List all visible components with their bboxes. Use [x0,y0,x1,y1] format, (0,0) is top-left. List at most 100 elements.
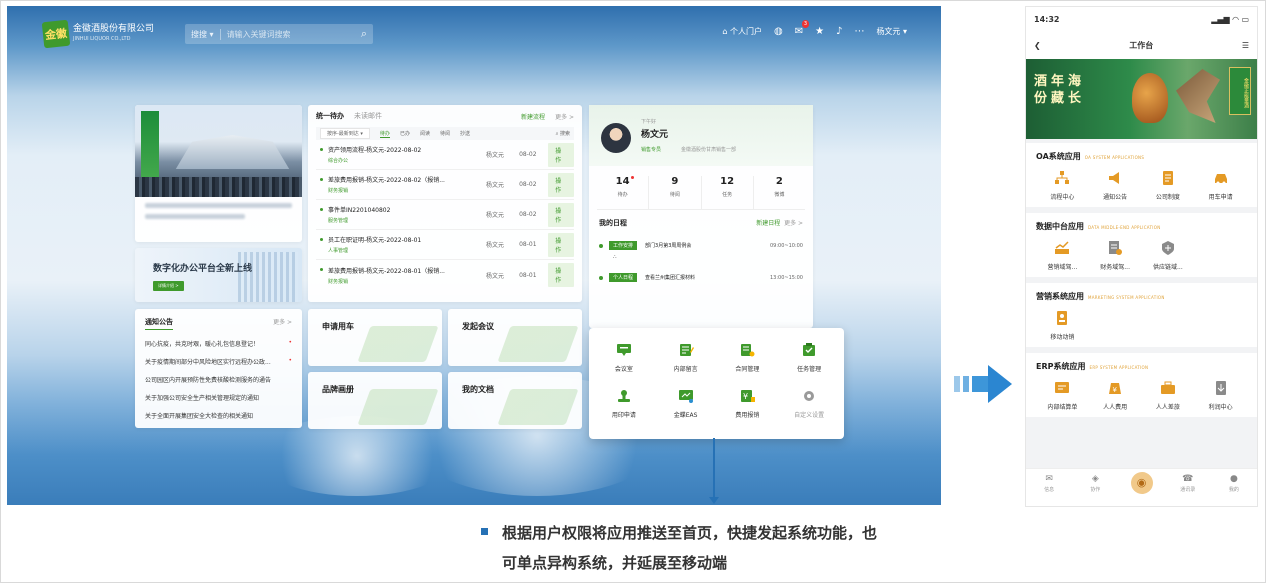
meeting-room-icon [615,342,633,358]
tab-contacts[interactable]: ☎ 通讯录 [1165,469,1211,506]
todo-action-button[interactable]: 操作 [548,263,574,287]
todo-row[interactable]: 员工在职证明-杨文元-2022-08-01 人事管理 杨文元 08-01 操作 [316,230,574,260]
todo-action-button[interactable]: 操作 [548,172,574,197]
bell-icon[interactable]: ♪ [836,26,842,37]
filter-toread[interactable]: 待阅 [440,130,450,137]
more-icon[interactable]: ⋯ [854,26,864,37]
notice-item[interactable]: 公司园区内开展预防性免费核酸检测服务的通告 [145,375,292,384]
todo-row[interactable]: 差旅费用报销-杨文元-2022-08-02（报销... 财务报销 杨文元 08-02 操… [316,170,574,200]
app-meeting-room[interactable]: 会议室 [593,338,655,384]
app-expense[interactable]: ¥ 费用报销 [717,384,779,430]
news-photo-card[interactable] [135,105,302,242]
mobile-app-profit[interactable]: 利润中心 [1194,380,1247,411]
search-scope-select[interactable]: 搜搜 ▾ [185,28,221,40]
app-task[interactable]: 任务管理 [778,338,840,384]
todo-action-button[interactable]: 操作 [548,142,574,167]
schedule-more-link[interactable]: 更多 > [784,220,803,227]
list-menu-icon[interactable]: ☰ [1242,41,1249,50]
search-input[interactable]: 请输入关键词搜索 [221,29,355,40]
mail-icon[interactable]: ✉ 3 [795,20,810,37]
mobile-app-announce[interactable]: 通知公告 [1089,170,1142,201]
notice-item[interactable]: 关于加强公司安全生产相关管理规定的通知 [145,393,292,402]
mail-badge: 3 [801,20,810,28]
tab-unread-mail[interactable]: 未读邮件 [354,111,382,121]
todo-category: 综合办公 [328,158,349,164]
mobile-app-car[interactable]: 用车申请 [1194,170,1247,201]
todo-search[interactable]: ⌕ 搜索 [556,130,570,137]
mobile-screen: 14:32 ▂▄▆ ◠ ▭ ❮ 工作台 ☰ 酒年海份藏长 金徽正能量酒 OA系统… [1025,6,1258,507]
header-toolbar: ⌂ 个人门户 ◍ ✉ 3 ★ ♪ ⋯ 杨文元 ▾ [722,20,907,37]
globe-icon[interactable]: ◍ [774,26,783,37]
stat-toread[interactable]: 9 待阅 [649,176,702,209]
new-schedule-link[interactable]: 新建日程 [756,220,780,227]
tab-profile[interactable]: ● 我的 [1211,469,1257,506]
schedule-event[interactable]: 个人日程 查看兰州集团汇报材料 13:00~15:00 [599,273,803,282]
app-kingdee[interactable]: 金蝶EAS [655,384,717,430]
todo-row[interactable]: 差旅费用报销-杨文元-2022-08-01（报销... 财务报销 杨文元 08-01 操… [316,260,574,290]
status-time: 14:32 [1034,14,1060,24]
todo-action-button[interactable]: 操作 [548,232,574,257]
notice-more-link[interactable]: 更多 > [273,317,292,330]
attendee-icon: ⛬ [613,254,617,260]
star-icon[interactable]: ★ [815,26,824,37]
schedule-event[interactable]: 工作安排 部门3月第3周周例会 09:00~10:00 [599,241,803,250]
tile-start-meeting[interactable]: 发起会议 [448,309,582,366]
todo-action-button[interactable]: 操作 [548,202,574,227]
mobile-hero-banner[interactable]: 酒年海份藏长 金徽正能量酒 [1026,59,1257,139]
mobile-app-settlement[interactable]: 内部结算单 [1036,380,1089,411]
status-bar: 14:32 ▂▄▆ ◠ ▭ [1026,7,1257,31]
tab-messages[interactable]: ✉ 信息 [1026,469,1072,506]
user-menu[interactable]: 杨文元 ▾ [876,26,907,37]
personal-portal-link[interactable]: ⌂ 个人门户 [722,26,762,37]
promo-banner[interactable]: 数字化办公平台全新上线 详情介绍 > [135,248,302,302]
todo-sender: 杨文元 [486,212,505,219]
notice-item[interactable]: 关于疫情期间部分中风险地区实行远程办公政... • [145,357,292,366]
mobile-app-finance-cockpit[interactable]: 财务域驾... [1089,240,1142,271]
todo-title: 资产领用流程-杨文元-2022-08-02 [328,147,422,154]
filter-pending[interactable]: 待办 [379,130,390,138]
promo-detail-button[interactable]: 详情介绍 > [153,281,184,291]
todo-category: 财务报销 [328,278,349,285]
filter-done[interactable]: 已办 [400,130,410,137]
filter-read[interactable]: 阅读 [420,130,430,137]
mobile-app-mobile-sales[interactable]: 移动动销 [1036,310,1089,341]
tab-unified-todo[interactable]: 统一待办 [316,111,344,121]
app-custom-settings[interactable]: 自定义设置 [778,384,840,430]
app-seal[interactable]: 用印申请 [593,384,655,430]
tile-brand-album[interactable]: 品牌画册 [308,372,442,429]
mobile-app-marketing-cockpit[interactable]: 营销域驾... [1036,240,1089,271]
mobile-app-fee[interactable]: ¥ 人人费用 [1089,380,1142,411]
notice-item[interactable]: 关于全面开展集团安全大检查的相关通知 [145,411,292,420]
todo-row[interactable]: 资产领用流程-杨文元-2022-08-02 综合办公 杨文元 08-02 操作 [316,140,574,170]
mobile-app-policy[interactable]: 公司制度 [1142,170,1195,201]
filter-cc[interactable]: 抄送 [460,130,470,137]
sort-select[interactable]: 按序-最新到达 ▾ [320,128,370,139]
avatar[interactable] [601,123,631,153]
stat-weibo[interactable]: 2 微博 [754,176,805,209]
company-logo[interactable]: 金徽 金徽酒股份有限公司 JINHUI LIQUOR CO.,LTD [41,19,154,49]
tab-home[interactable]: ◉ [1118,469,1164,506]
stat-tasks[interactable]: 12 任务 [702,176,754,209]
promo-title: 数字化办公平台全新上线 [153,264,253,274]
app-contract[interactable]: 合同管理 [717,338,779,384]
back-icon[interactable]: ❮ [1034,41,1041,50]
notice-item[interactable]: 同心抗疫，共克时艰，暖心礼包信息登记！ • [145,339,292,348]
todo-title: 差旅费用报销-杨文元-2022-08-02（报销... [328,177,445,184]
mobile-app-supply-chain[interactable]: 供应链域... [1142,240,1195,271]
mobile-app-travel[interactable]: 人人差旅 [1142,380,1195,411]
todo-row[interactable]: 事件单IN2201040802 服务管理 杨文元 08-02 操作 [316,200,574,230]
chat-icon: ✉ [1045,474,1053,484]
message-icon [677,342,695,358]
user-name: 杨文元 [641,130,669,140]
unread-dot [630,176,634,179]
app-internal-message[interactable]: 内部留言 [655,338,717,384]
mobile-app-flow-center[interactable]: 流程中心 [1036,170,1089,201]
stat-todo[interactable]: 14 待办 [597,176,650,209]
new-process-link[interactable]: 新建流程 [521,112,545,121]
todo-more-link[interactable]: 更多 > [555,112,574,121]
tile-apply-car[interactable]: 申请用车 [308,309,442,366]
liquor-bottle-image [1132,73,1168,123]
tab-collab[interactable]: ◈ 协作 [1072,469,1118,506]
tile-my-docs[interactable]: 我的文档 [448,372,582,429]
search-icon[interactable]: ⌕ [355,27,373,41]
